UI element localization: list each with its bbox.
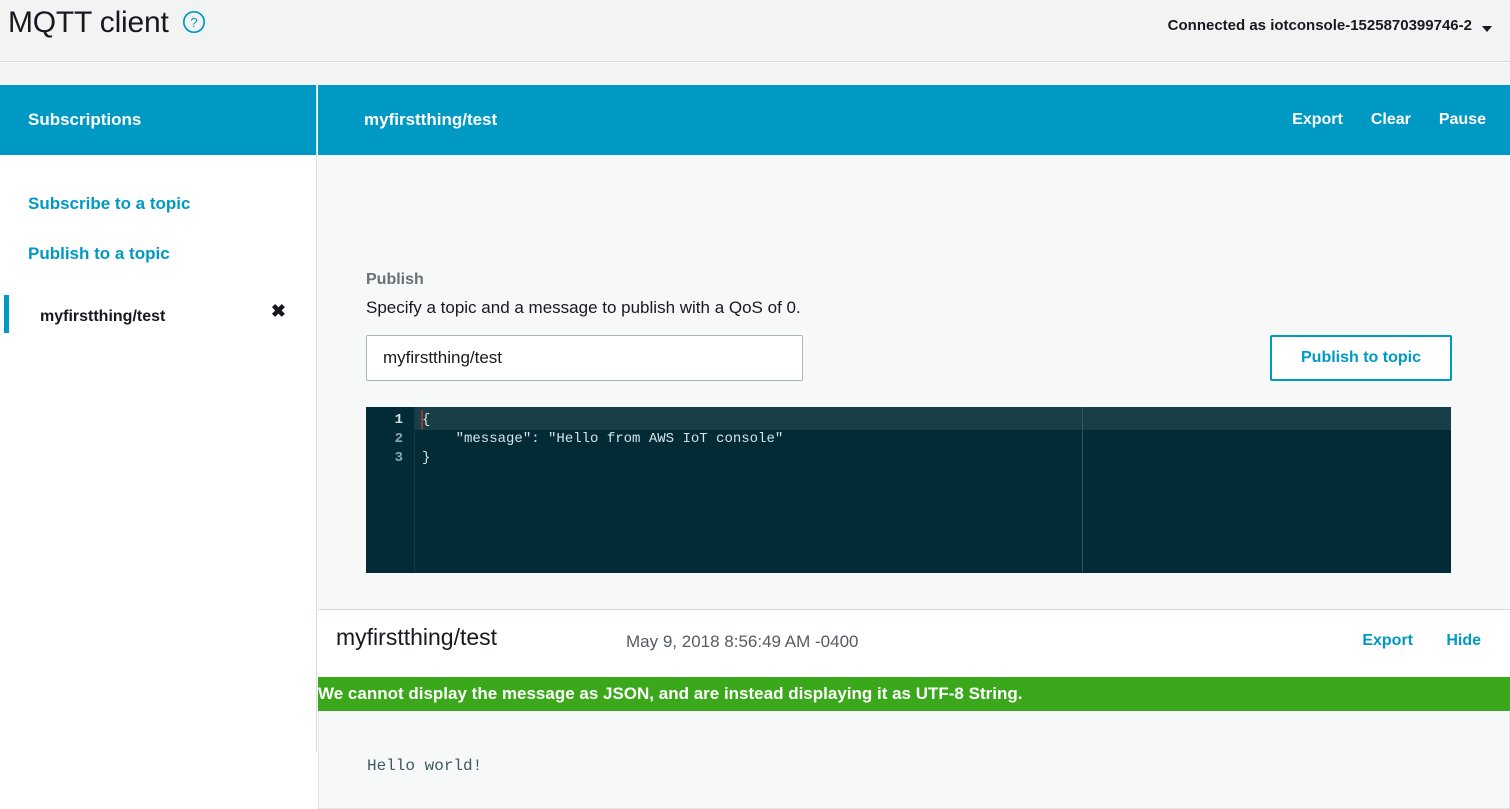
publish-section: Publish Specify a topic and a message to… [318,155,1510,610]
subscriptions-sidebar: Subscriptions Subscribe to a topic Publi… [0,85,317,752]
main-panel: myfirstthing/test Export Clear Pause Pub… [318,85,1510,809]
main-panel-title: myfirstthing/test [364,110,498,129]
export-button[interactable]: Export [1292,111,1343,129]
publish-topic-input[interactable] [366,335,803,381]
clear-button[interactable]: Clear [1371,111,1411,129]
editor-code-line: } [422,450,431,466]
top-bar: MQTT client ? Connected as iotconsole-15… [0,0,1510,62]
publish-to-topic-button[interactable]: Publish to topic [1270,335,1452,381]
pause-button[interactable]: Pause [1439,111,1486,129]
editor-text-cursor [421,410,423,429]
message-format-banner: We cannot display the message as JSON, a… [318,677,1510,711]
close-icon[interactable]: ✖ [271,299,286,323]
connection-status[interactable]: Connected as iotconsole-1525870399746-2 [1168,17,1472,34]
editor-line-number: 3 [394,450,403,466]
message-header-row: myfirstthing/test May 9, 2018 8:56:49 AM… [318,610,1510,677]
editor-code-line: "message": "Hello from AWS IoT console" [422,431,784,447]
publish-section-label: Publish [366,271,424,288]
sidebar-subscription-label: myfirstthing/test [40,308,166,325]
editor-code-content[interactable]: { "message": "Hello from AWS IoT console… [416,411,1451,468]
sidebar-body: Subscribe to a topic Publish to a topic … [0,155,316,339]
sidebar-item-publish-to-a-topic[interactable]: Publish to a topic [0,229,316,279]
message-topic: myfirstthing/test [336,624,498,650]
message-format-banner-text: We cannot display the message as JSON, a… [318,684,1023,703]
sidebar-item-subscribe-to-a-topic[interactable]: Subscribe to a topic [0,179,316,229]
editor-line-number: 2 [394,431,403,447]
page-title: MQTT client [8,6,169,39]
main-panel-header: myfirstthing/test Export Clear Pause [318,85,1510,155]
active-indicator-bar [4,295,9,333]
svg-text:?: ? [190,15,197,30]
message-body-text: Hello world! [367,757,483,775]
message-body: Hello world! [318,711,1510,809]
message-timestamp: May 9, 2018 8:56:49 AM -0400 [626,632,859,651]
message-export-button[interactable]: Export [1362,632,1413,650]
header-gap-band [0,63,1510,85]
chevron-down-icon[interactable] [1482,26,1492,32]
publish-section-description: Specify a topic and a message to publish… [366,298,801,317]
publish-payload-editor[interactable]: 1 2 3 { "message": "Hello from AWS IoT c… [366,407,1451,573]
sidebar-subscription-item[interactable]: myfirstthing/test ✖ [0,295,316,339]
sidebar-header: Subscriptions [0,85,316,155]
editor-line-number: 1 [394,412,403,428]
sidebar-header-title: Subscriptions [28,110,142,129]
editor-line-number-gutter: 1 2 3 [366,407,415,573]
question-circle-icon[interactable]: ? [182,10,206,34]
message-hide-button[interactable]: Hide [1446,632,1481,650]
editor-code-line: { [422,412,431,428]
